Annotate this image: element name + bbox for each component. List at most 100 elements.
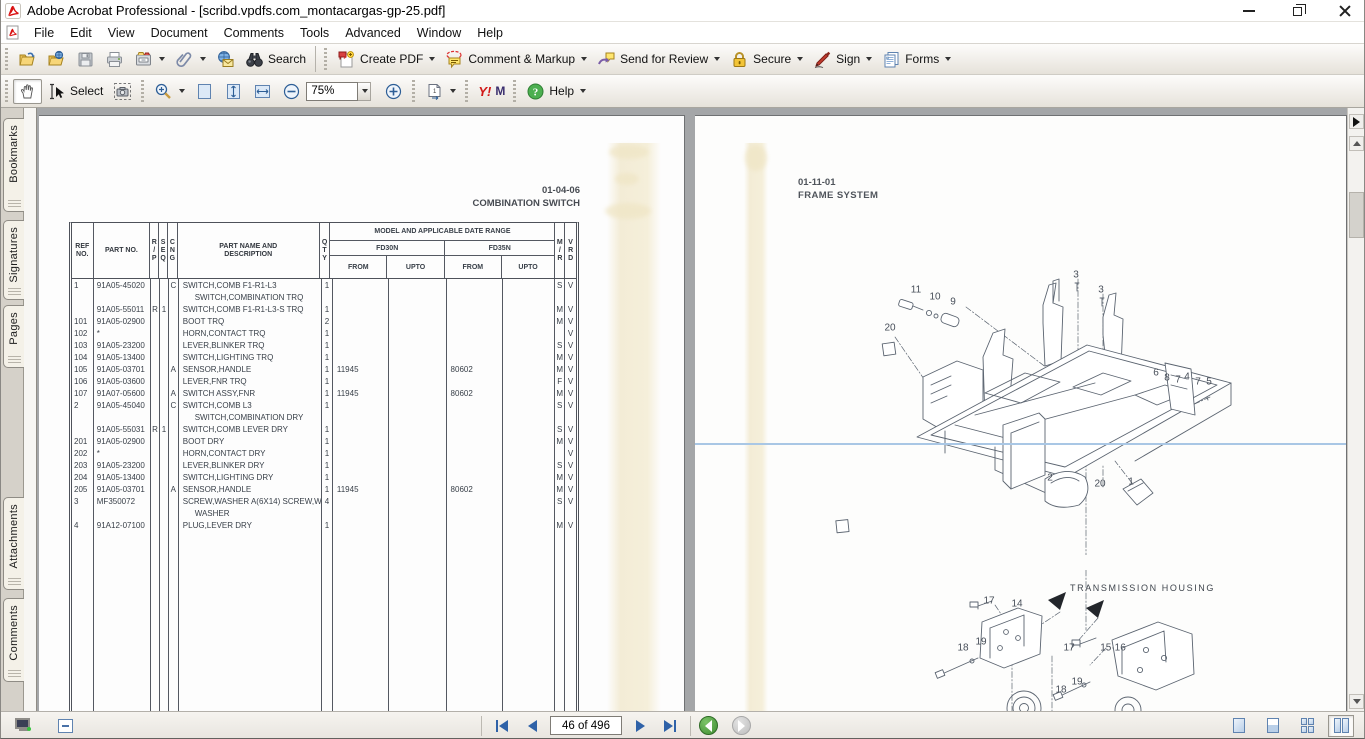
help-button[interactable]: ? Help bbox=[521, 79, 591, 104]
forms-dropdown[interactable] bbox=[945, 57, 951, 61]
menu-document[interactable]: Document bbox=[143, 24, 216, 42]
snapshot-tool-button[interactable] bbox=[108, 79, 137, 104]
single-page-button[interactable] bbox=[1226, 715, 1252, 737]
scrollbar-thumb[interactable] bbox=[1349, 192, 1364, 238]
organizer-button[interactable] bbox=[129, 47, 170, 72]
save-button[interactable] bbox=[71, 47, 100, 72]
zoom-level-dropdown[interactable] bbox=[358, 82, 371, 101]
scan-blue-line bbox=[695, 443, 1346, 445]
toolbar-grip[interactable] bbox=[464, 80, 469, 102]
menu-view[interactable]: View bbox=[100, 24, 143, 42]
scroll-up-button[interactable] bbox=[1349, 136, 1364, 151]
toolbar-grip[interactable] bbox=[512, 80, 517, 102]
yahoo-toolbar-button[interactable]: Y!M bbox=[473, 81, 509, 102]
send-for-review-icon bbox=[597, 50, 616, 69]
comment-markup-button[interactable]: Comment & Markup bbox=[440, 47, 592, 72]
restore-button[interactable] bbox=[1286, 2, 1308, 20]
last-page-button[interactable] bbox=[658, 716, 682, 736]
scroll-down-button[interactable] bbox=[1349, 694, 1364, 709]
menu-tools[interactable]: Tools bbox=[292, 24, 337, 42]
header-model-fd30n: FD30N bbox=[330, 241, 444, 255]
open-web-button[interactable] bbox=[42, 47, 71, 72]
select-tool-button[interactable]: Select bbox=[42, 79, 108, 104]
sidebar-tab-attachments[interactable]: Attachments bbox=[3, 497, 24, 590]
fit-page-button[interactable] bbox=[219, 79, 248, 104]
sidebar-tab-signatures[interactable]: Signatures bbox=[3, 220, 24, 300]
next-view-button[interactable] bbox=[732, 716, 751, 735]
zoom-out-button[interactable] bbox=[277, 79, 306, 104]
continuous-button[interactable] bbox=[1260, 715, 1286, 737]
up-arrow-icon bbox=[1353, 141, 1361, 146]
navigation-pane-splitter[interactable] bbox=[24, 108, 37, 711]
acrobat-window: Adobe Acrobat Professional - [scribd.vpd… bbox=[0, 0, 1365, 739]
create-pdf-button[interactable]: Create PDF bbox=[332, 47, 440, 72]
pane-expand-button[interactable] bbox=[1349, 114, 1364, 129]
open-button[interactable] bbox=[13, 47, 42, 72]
create-pdf-dropdown[interactable] bbox=[429, 57, 435, 61]
table-row: 191A05-45020CSWITCH,COMB F1-R1-L31SV bbox=[72, 279, 576, 291]
secure-button[interactable]: Secure bbox=[725, 47, 808, 72]
menu-comments[interactable]: Comments bbox=[216, 24, 292, 42]
sign-pen-icon bbox=[813, 50, 832, 69]
forms-button[interactable]: Forms bbox=[877, 47, 956, 72]
comment-markup-dropdown[interactable] bbox=[581, 57, 587, 61]
frame-callout: 5 bbox=[1206, 377, 1212, 388]
page-display-dropdown[interactable] bbox=[450, 89, 456, 93]
menu-advanced[interactable]: Advanced bbox=[337, 24, 409, 42]
menu-file[interactable]: File bbox=[26, 24, 62, 42]
facing-button[interactable] bbox=[1328, 715, 1354, 737]
print-button[interactable] bbox=[100, 47, 129, 72]
pdf-doc-icon bbox=[5, 25, 20, 40]
collapse-statusbar-icon[interactable] bbox=[58, 719, 73, 733]
close-button[interactable] bbox=[1334, 2, 1356, 20]
actual-size-button[interactable] bbox=[190, 79, 219, 104]
toolbar-grip[interactable] bbox=[140, 80, 145, 102]
attach-button[interactable] bbox=[170, 47, 211, 72]
previous-view-button[interactable] bbox=[699, 716, 718, 735]
zoom-in-tool-button[interactable] bbox=[149, 79, 190, 104]
tab-grip bbox=[8, 200, 21, 208]
sign-button[interactable]: Sign bbox=[808, 47, 877, 72]
zoom-in-button[interactable] bbox=[379, 79, 408, 104]
toolbar-grip[interactable] bbox=[323, 48, 328, 70]
toolbar-grip[interactable] bbox=[411, 80, 416, 102]
secure-dropdown[interactable] bbox=[797, 57, 803, 61]
sidebar-tab-bookmarks[interactable]: Bookmarks bbox=[3, 118, 24, 212]
organizer-dropdown[interactable] bbox=[159, 57, 165, 61]
zoom-tool-dropdown[interactable] bbox=[179, 89, 185, 93]
zoom-level-input[interactable] bbox=[306, 82, 358, 101]
binoculars-icon bbox=[245, 50, 264, 69]
email-button[interactable] bbox=[211, 47, 240, 72]
send-for-review-button[interactable]: Send for Review bbox=[592, 47, 725, 72]
page-number-input[interactable] bbox=[550, 716, 622, 735]
minimize-button[interactable] bbox=[1238, 2, 1260, 20]
page-display-button[interactable]: 1 bbox=[420, 79, 461, 104]
help-dropdown[interactable] bbox=[580, 89, 586, 93]
menu-edit[interactable]: Edit bbox=[62, 24, 100, 42]
search-button[interactable]: Search bbox=[240, 47, 311, 72]
next-page-button[interactable] bbox=[628, 716, 652, 736]
previous-page-button[interactable] bbox=[520, 716, 544, 736]
menu-window[interactable]: Window bbox=[409, 24, 469, 42]
continuous-facing-button[interactable] bbox=[1294, 715, 1320, 737]
send-for-review-label: Send for Review bbox=[620, 52, 708, 66]
document-pane[interactable]: 01-04-06 COMBINATION SWITCH REFNO. PART … bbox=[37, 108, 1364, 711]
vertical-scrollbar[interactable] bbox=[1347, 108, 1364, 711]
attach-dropdown[interactable] bbox=[200, 57, 206, 61]
toolbar-grip[interactable] bbox=[4, 80, 9, 102]
pdf-page-right[interactable]: 01-11-01 FRAME SYSTEM bbox=[695, 115, 1346, 711]
sign-dropdown[interactable] bbox=[866, 57, 872, 61]
header-mr: M/R bbox=[555, 223, 565, 278]
online-status-icon[interactable] bbox=[15, 718, 32, 733]
status-bar bbox=[1, 711, 1364, 739]
save-icon bbox=[76, 50, 95, 69]
pdf-page-left[interactable]: 01-04-06 COMBINATION SWITCH REFNO. PART … bbox=[39, 115, 684, 711]
toolbar-grip[interactable] bbox=[4, 48, 9, 70]
first-page-button[interactable] bbox=[490, 716, 514, 736]
fit-width-button[interactable] bbox=[248, 79, 277, 104]
menu-help[interactable]: Help bbox=[469, 24, 511, 42]
hand-tool-button[interactable] bbox=[13, 79, 42, 104]
send-for-review-dropdown[interactable] bbox=[714, 57, 720, 61]
sidebar-tab-pages[interactable]: Pages bbox=[3, 305, 24, 368]
sidebar-tab-comments[interactable]: Comments bbox=[3, 598, 24, 682]
